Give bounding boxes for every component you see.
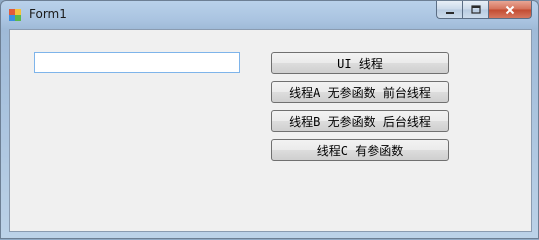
ui-thread-button-label: UI 线程 bbox=[337, 56, 383, 71]
close-button[interactable] bbox=[488, 1, 532, 19]
thread-a-button-label: 线程A 无参函数 前台线程 bbox=[289, 85, 431, 100]
minimize-icon bbox=[445, 11, 454, 14]
app-icon[interactable] bbox=[9, 9, 21, 21]
form-window: Form1 UI 线程 线程A 无参函数 前台线程 线程B 无参函数 后台线程 … bbox=[0, 0, 539, 239]
maximize-icon bbox=[470, 4, 481, 14]
minimize-button[interactable] bbox=[436, 1, 462, 19]
close-icon bbox=[505, 5, 515, 14]
ui-thread-button[interactable]: UI 线程 bbox=[271, 52, 449, 74]
thread-b-button-label: 线程B 无参函数 后台线程 bbox=[289, 114, 431, 129]
thread-c-button-label: 线程C 有参函数 bbox=[316, 143, 404, 158]
text-input[interactable] bbox=[34, 52, 240, 73]
thread-a-button[interactable]: 线程A 无参函数 前台线程 bbox=[271, 81, 449, 103]
caption-buttons bbox=[436, 1, 532, 20]
maximize-button[interactable] bbox=[462, 1, 488, 19]
window-title: Form1 bbox=[29, 7, 67, 21]
thread-c-button[interactable]: 线程C 有参函数 bbox=[271, 139, 449, 161]
title-bar[interactable]: Form1 bbox=[1, 1, 538, 29]
form-client-area: UI 线程 线程A 无参函数 前台线程 线程B 无参函数 后台线程 线程C 有参… bbox=[9, 29, 532, 232]
thread-b-button[interactable]: 线程B 无参函数 后台线程 bbox=[271, 110, 449, 132]
